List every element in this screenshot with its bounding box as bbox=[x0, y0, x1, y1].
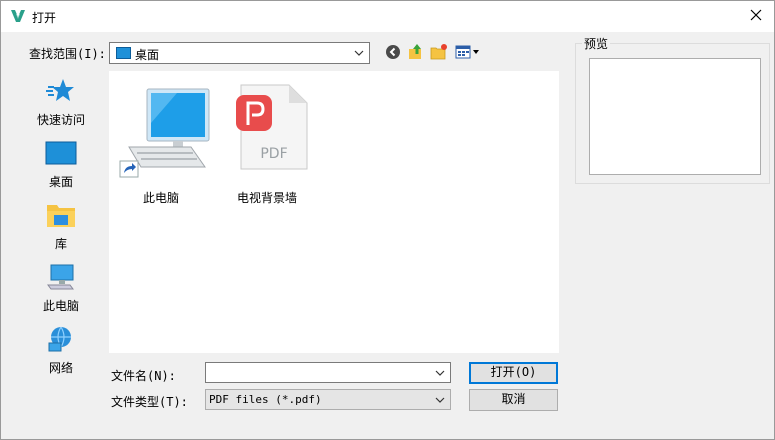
place-label: 桌面 bbox=[48, 175, 73, 189]
file-name: 电视背景墙 bbox=[236, 191, 297, 205]
place-quick-access[interactable]: 快速访问 bbox=[14, 73, 108, 131]
chevron-down-icon bbox=[435, 394, 445, 406]
computer-icon bbox=[45, 263, 77, 291]
back-button[interactable] bbox=[384, 44, 402, 62]
place-label: 快速访问 bbox=[36, 113, 85, 127]
lookin-dropdown[interactable]: 桌面 bbox=[109, 42, 370, 64]
close-button[interactable] bbox=[738, 1, 774, 32]
up-folder-icon bbox=[407, 43, 425, 64]
file-item-pdf[interactable]: PDF 电视背景墙 bbox=[221, 83, 313, 205]
place-this-pc[interactable]: 此电脑 bbox=[14, 259, 108, 317]
place-label: 网络 bbox=[48, 361, 73, 375]
places-bar: 快速访问 桌面 库 此电脑 网络 bbox=[14, 71, 108, 375]
filetype-dropdown[interactable]: PDF files (*.pdf) bbox=[205, 389, 451, 410]
pdf-badge-text: PDF bbox=[260, 146, 287, 162]
view-menu-button[interactable] bbox=[454, 44, 482, 62]
file-item-this-pc[interactable]: 此电脑 bbox=[115, 83, 210, 205]
up-folder-button[interactable] bbox=[407, 43, 425, 64]
chevron-down-icon[interactable] bbox=[435, 367, 445, 379]
back-icon bbox=[385, 44, 401, 63]
star-icon bbox=[45, 77, 77, 105]
desktop-icon bbox=[45, 139, 77, 167]
chevron-down-icon bbox=[354, 47, 364, 59]
new-folder-icon bbox=[430, 43, 448, 64]
cancel-button[interactable]: 取消 bbox=[469, 389, 558, 411]
open-file-dialog: 打开 查找范围(I): 桌面 快速访问 桌面 库 此电脑 网络 此电脑 PDF … bbox=[0, 0, 775, 440]
place-label: 库 bbox=[54, 237, 67, 251]
preview-area bbox=[589, 58, 761, 175]
file-list[interactable]: 此电脑 PDF 电视背景墙 bbox=[109, 71, 559, 353]
lookin-value: 桌面 bbox=[135, 48, 160, 62]
place-library[interactable]: 库 bbox=[14, 197, 108, 255]
wps-logo-icon bbox=[10, 8, 26, 24]
new-folder-button[interactable] bbox=[430, 43, 448, 64]
open-button[interactable]: 打开(O) bbox=[469, 362, 558, 384]
filetype-value: PDF files (*.pdf) bbox=[209, 393, 322, 406]
lookin-label: 查找范围(I): bbox=[29, 47, 106, 61]
computer-shortcut-icon bbox=[117, 83, 213, 182]
filename-label: 文件名(N): bbox=[111, 369, 176, 383]
close-icon bbox=[750, 9, 762, 24]
network-icon bbox=[45, 325, 77, 353]
view-menu-icon bbox=[455, 44, 481, 63]
preview-label: 预览 bbox=[582, 35, 611, 52]
filetype-label: 文件类型(T): bbox=[111, 395, 188, 409]
pdf-file-icon: PDF bbox=[225, 83, 311, 182]
place-label: 此电脑 bbox=[42, 299, 79, 313]
place-network[interactable]: 网络 bbox=[14, 321, 108, 379]
place-desktop[interactable]: 桌面 bbox=[14, 135, 108, 193]
filename-input[interactable] bbox=[205, 362, 451, 383]
file-name: 此电脑 bbox=[142, 191, 179, 205]
library-folder-icon bbox=[45, 201, 77, 229]
window-title: 打开 bbox=[32, 11, 57, 25]
desktop-folder-icon bbox=[116, 47, 131, 59]
title-bar: 打开 bbox=[1, 1, 774, 32]
